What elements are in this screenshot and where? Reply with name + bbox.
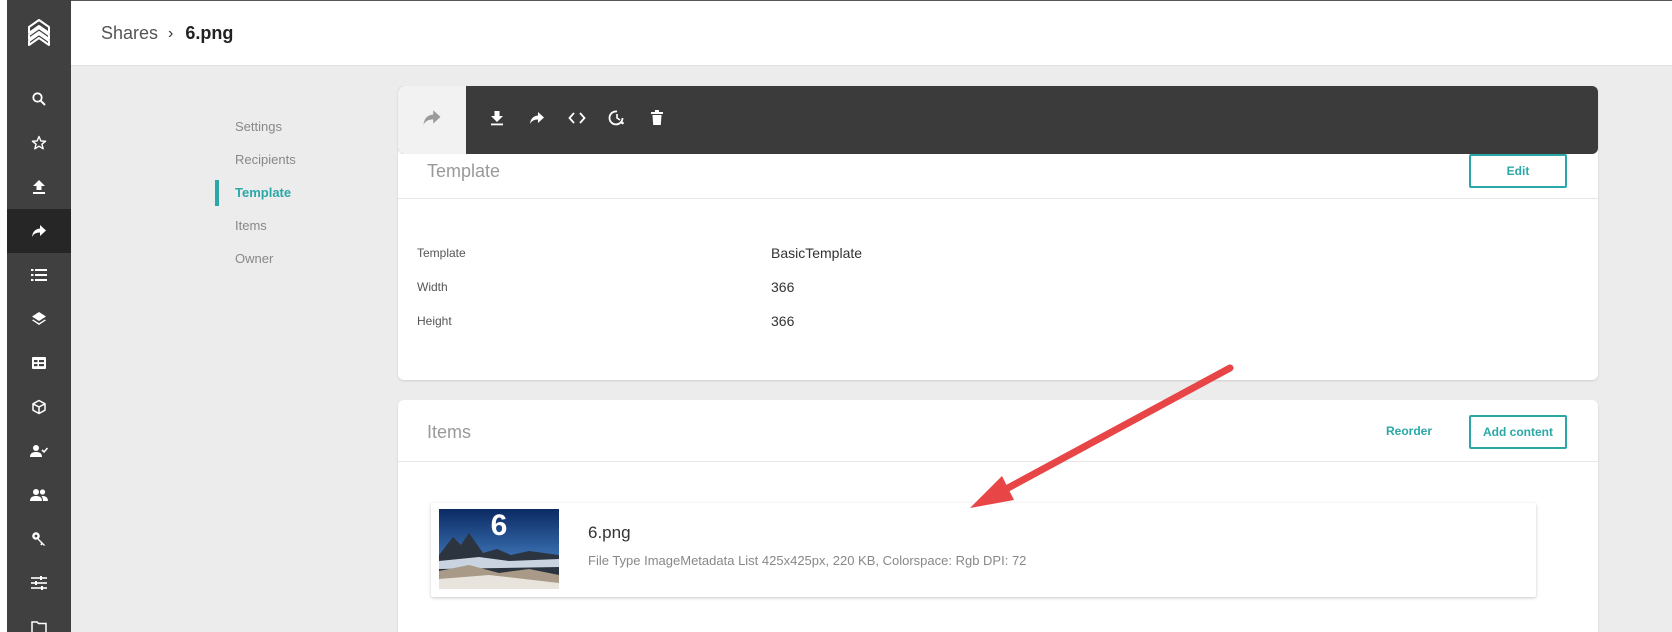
share-icon [31, 224, 47, 238]
breadcrumb-shares-link[interactable]: Shares [101, 23, 158, 44]
upload-icon [32, 179, 46, 195]
reorder-button[interactable]: Reorder [1386, 424, 1432, 438]
height-label: Height [417, 314, 452, 328]
sidebar-item-schemas[interactable] [7, 385, 71, 429]
picturepark-logo-icon[interactable] [7, 0, 71, 66]
folder-icon [31, 620, 47, 632]
code-icon [568, 111, 586, 129]
share-icon [422, 109, 442, 131]
thumbnail-number: 6 [490, 509, 508, 542]
sidebar-item-favorites[interactable] [7, 121, 71, 165]
section-nav-template[interactable]: Template [215, 178, 365, 211]
share-type-tile [398, 86, 466, 154]
section-nav-owner[interactable]: Owner [215, 244, 365, 277]
key-icon [31, 531, 47, 547]
template-card-title: Template [427, 161, 501, 181]
download-button[interactable] [485, 108, 509, 132]
template-label: Template [417, 246, 466, 260]
main-sidebar [7, 0, 71, 632]
section-nav-settings[interactable]: Settings [215, 112, 365, 145]
table-icon [31, 356, 47, 370]
edit-template-button[interactable]: Edit [1469, 154, 1567, 188]
sidebar-item-search[interactable] [7, 77, 71, 121]
delete-icon [651, 109, 663, 131]
sidebar-item-keys[interactable] [7, 517, 71, 561]
sidebar-item-lists[interactable] [7, 253, 71, 297]
search-icon [31, 91, 47, 107]
share-button[interactable] [525, 108, 549, 132]
layers-icon [31, 311, 47, 327]
template-value: BasicTemplate [771, 245, 863, 261]
item-name: 6.png [588, 523, 631, 542]
items-card-title: Items [427, 422, 472, 442]
item-thumbnail: 6 [439, 509, 559, 589]
star-icon [31, 135, 47, 151]
breadcrumb-current: 6.png [185, 23, 234, 43]
cube-icon [31, 399, 47, 415]
share-icon [529, 111, 545, 130]
items-card-header: Items Reorder Add content [398, 400, 1598, 462]
left-edge-strip [0, 0, 7, 632]
sidebar-item-upload[interactable] [7, 165, 71, 209]
expiration-button[interactable] [605, 108, 629, 132]
people-icon [30, 488, 48, 502]
embed-code-button[interactable] [565, 108, 589, 132]
user-check-icon [30, 444, 48, 458]
top-bar: Shares › 6.png [71, 0, 1672, 66]
width-label: Width [417, 280, 448, 294]
section-nav-recipients[interactable]: Recipients [215, 145, 365, 178]
history-icon [608, 109, 626, 132]
chevron-right-icon: › [168, 24, 174, 42]
sidebar-item-tables[interactable] [7, 341, 71, 385]
delete-button[interactable] [645, 108, 669, 132]
add-content-button[interactable]: Add content [1469, 415, 1567, 449]
sliders-icon [31, 576, 47, 590]
share-toolbar [398, 86, 1598, 154]
item-metadata: File Type ImageMetadata List 425x425px, … [588, 553, 1027, 568]
sidebar-item-users[interactable] [7, 473, 71, 517]
items-card: Items Reorder Add content 6 6.png File T… [398, 400, 1598, 632]
sidebar-item-folders[interactable] [7, 605, 71, 632]
sidebar-item-shares[interactable] [7, 209, 71, 253]
sidebar-item-settings[interactable] [7, 561, 71, 605]
list-icon [31, 268, 47, 282]
height-value: 366 [771, 313, 795, 329]
section-nav-items[interactable]: Items [215, 211, 365, 244]
list-item[interactable]: 6 6.png File Type ImageMetadata List 425… [431, 503, 1536, 597]
download-icon [490, 110, 504, 131]
breadcrumb: Shares › 6.png [101, 23, 233, 44]
sidebar-item-user-roles[interactable] [7, 429, 71, 473]
section-nav: Settings Recipients Template Items Owner [215, 112, 365, 277]
sidebar-item-layers[interactable] [7, 297, 71, 341]
width-value: 366 [771, 279, 795, 295]
